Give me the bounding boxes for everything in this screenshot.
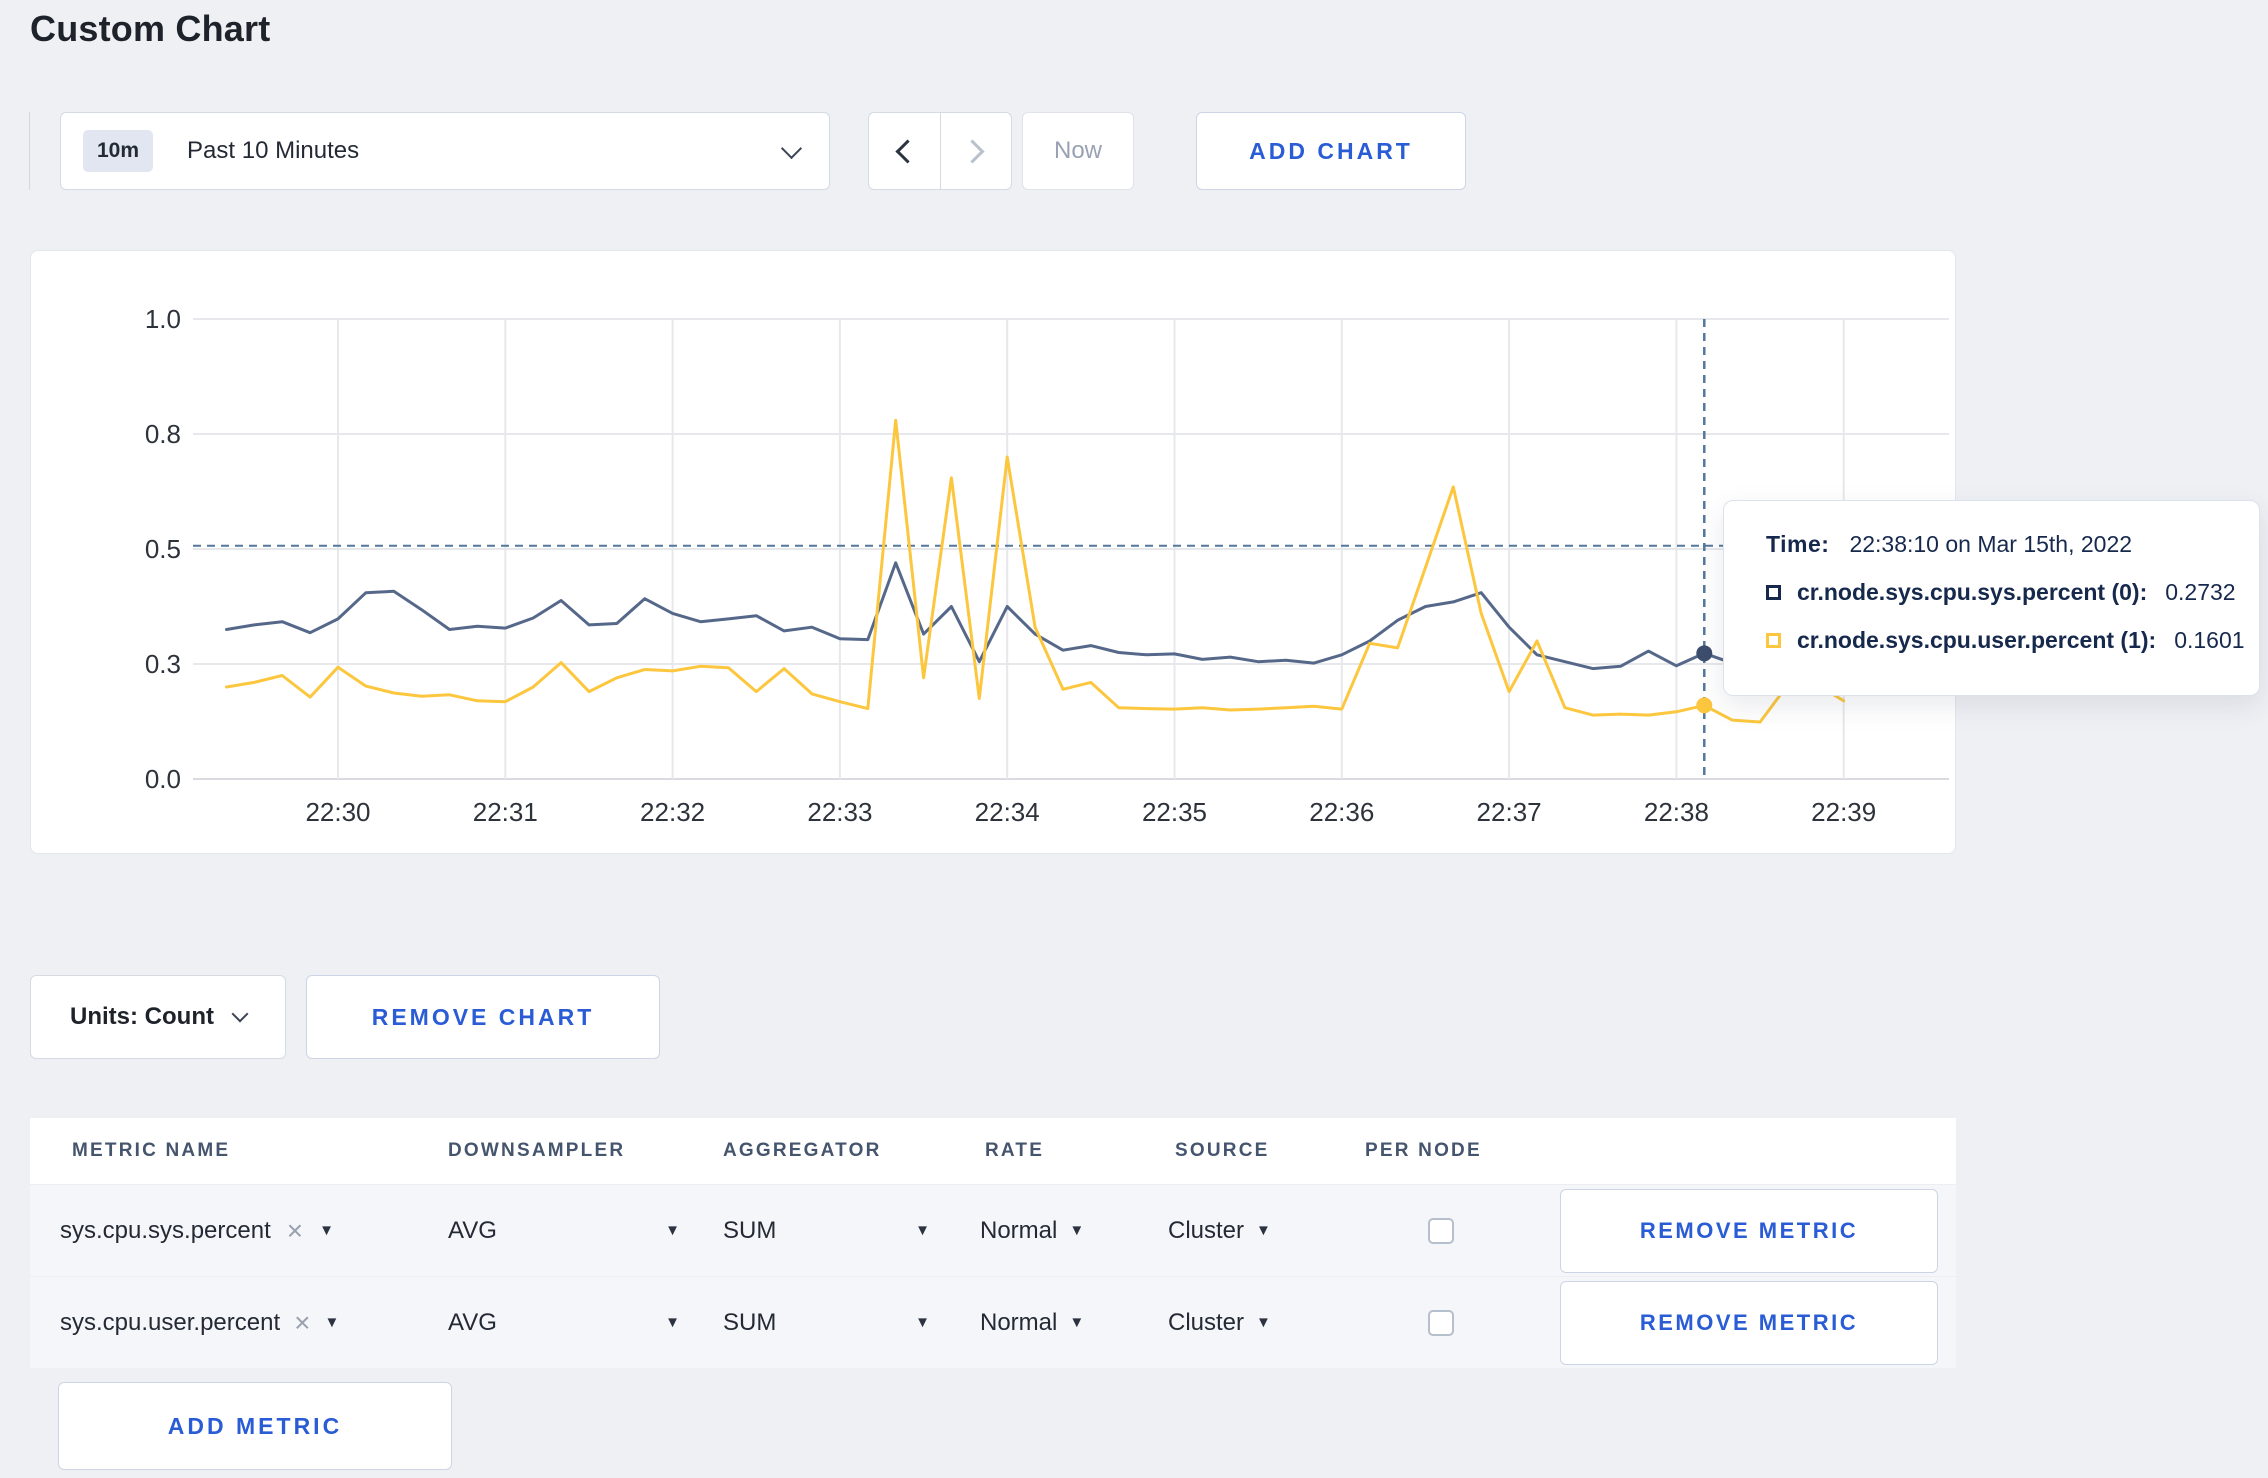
source-dropdown-arrow-icon[interactable]: ▼ bbox=[1256, 1314, 1271, 1331]
chart-tooltip: Time: 22:38:10 on Mar 15th, 2022 cr.node.… bbox=[1723, 500, 2260, 696]
col-header-aggregator: AGGREGATOR bbox=[723, 1140, 882, 1161]
chevron-down-icon bbox=[231, 1005, 249, 1023]
aggregator-value[interactable]: SUM bbox=[723, 1309, 776, 1337]
user-percent-legend-swatch-icon bbox=[1766, 633, 1781, 648]
chevron-left-icon bbox=[895, 138, 920, 164]
toolbar-divider bbox=[29, 112, 30, 190]
y-axis-tick-label: 1.0 bbox=[145, 304, 181, 334]
downsampler-value[interactable]: AVG bbox=[448, 1309, 497, 1337]
tooltip-time-label: Time: bbox=[1766, 531, 1830, 557]
user-percent-line-series bbox=[225, 418, 1846, 724]
tooltip-time: Time: 22:38:10 on Mar 15th, 2022 bbox=[1766, 531, 2259, 558]
page-title: Custom Chart bbox=[30, 8, 271, 49]
y-axis-tick-label: 0.8 bbox=[145, 419, 181, 449]
col-header-downsampler: DOWNSAMPLER bbox=[448, 1140, 626, 1161]
metric-dropdown-arrow-icon[interactable]: ▼ bbox=[319, 1222, 334, 1239]
add-metric-button[interactable]: ADD METRIC bbox=[58, 1382, 452, 1470]
remove-metric-button[interactable]: REMOVE METRIC bbox=[1560, 1281, 1938, 1365]
units-label: Units: Count bbox=[70, 1003, 214, 1030]
rate-value[interactable]: Normal bbox=[980, 1309, 1057, 1337]
x-axis-tick-label: 22:32 bbox=[640, 797, 705, 827]
tooltip-series-label: cr.node.sys.cpu.user.percent (1): bbox=[1797, 627, 2157, 653]
downsampler-dropdown-arrow-icon[interactable]: ▼ bbox=[665, 1314, 680, 1331]
y-axis-tick-label: 0.0 bbox=[145, 764, 181, 794]
metric-row: sys.cpu.sys.percent × ▼ AVG ▼ SUM ▼ Norm… bbox=[30, 1184, 1956, 1276]
remove-metric-x-icon[interactable]: × bbox=[287, 1216, 303, 1245]
metrics-table-header: METRIC NAME DOWNSAMPLER AGGREGATOR RATE … bbox=[30, 1118, 1956, 1184]
source-dropdown-arrow-icon[interactable]: ▼ bbox=[1256, 1222, 1271, 1239]
user-percent-hover-dot bbox=[1696, 697, 1713, 714]
remove-metric-button[interactable]: REMOVE METRIC bbox=[1560, 1189, 1938, 1273]
tooltip-series-row: cr.node.sys.cpu.user.percent (1): 0.1601 bbox=[1766, 627, 2259, 654]
remove-chart-button[interactable]: REMOVE CHART bbox=[306, 975, 660, 1059]
per-node-checkbox[interactable] bbox=[1428, 1309, 1454, 1336]
custom-chart-page: Custom Chart 10m Past 10 Minutes Now ADD… bbox=[0, 0, 2268, 1478]
time-range-badge: 10m bbox=[83, 130, 154, 172]
y-axis-tick-label: 0.3 bbox=[145, 649, 181, 679]
prev-range-button[interactable] bbox=[869, 113, 940, 189]
rate-value[interactable]: Normal bbox=[980, 1217, 1057, 1245]
col-header-rate: RATE bbox=[985, 1140, 1045, 1161]
chevron-right-icon bbox=[960, 138, 985, 164]
chevron-down-icon bbox=[780, 137, 803, 159]
rate-dropdown-arrow-icon[interactable]: ▼ bbox=[1069, 1222, 1084, 1239]
tooltip-series-value: 0.1601 bbox=[2174, 627, 2245, 653]
source-value[interactable]: Cluster bbox=[1168, 1309, 1244, 1337]
y-axis-tick-label: 0.5 bbox=[145, 534, 181, 564]
aggregator-dropdown-arrow-icon[interactable]: ▼ bbox=[915, 1314, 930, 1331]
now-button[interactable]: Now bbox=[1022, 112, 1134, 190]
x-axis-tick-label: 22:30 bbox=[305, 797, 370, 827]
time-range-selector[interactable]: 10m Past 10 Minutes bbox=[60, 112, 830, 190]
x-axis-tick-label: 22:31 bbox=[473, 797, 538, 827]
col-header-metric-name: METRIC NAME bbox=[72, 1140, 231, 1161]
col-header-per-node: PER NODE bbox=[1365, 1140, 1482, 1161]
units-dropdown[interactable]: Units: Count bbox=[30, 975, 286, 1059]
metrics-table: METRIC NAME DOWNSAMPLER AGGREGATOR RATE … bbox=[30, 1118, 1956, 1368]
downsampler-value[interactable]: AVG bbox=[448, 1217, 497, 1245]
metric-name-value: sys.cpu.user.percent bbox=[60, 1308, 281, 1336]
sys-percent-line-series bbox=[225, 561, 1846, 671]
rate-dropdown-arrow-icon[interactable]: ▼ bbox=[1069, 1314, 1084, 1331]
x-axis-tick-label: 22:33 bbox=[807, 797, 872, 827]
x-axis-tick-label: 22:35 bbox=[1142, 797, 1207, 827]
downsampler-dropdown-arrow-icon[interactable]: ▼ bbox=[665, 1222, 680, 1239]
source-value[interactable]: Cluster bbox=[1168, 1217, 1244, 1245]
x-axis-tick-label: 22:37 bbox=[1477, 797, 1542, 827]
aggregator-value[interactable]: SUM bbox=[723, 1217, 776, 1245]
tooltip-series-row: cr.node.sys.cpu.sys.percent (0): 0.2732 bbox=[1766, 579, 2259, 606]
cpu-chart[interactable]: 0.0 0.3 0.5 0.8 1.0 22:30 22:31 22:32 22:33 22:34… bbox=[31, 251, 1957, 855]
sys-percent-hover-dot bbox=[1696, 645, 1713, 662]
x-axis-tick-label: 22:34 bbox=[975, 797, 1040, 827]
time-nav-group bbox=[868, 112, 1012, 190]
aggregator-dropdown-arrow-icon[interactable]: ▼ bbox=[915, 1222, 930, 1239]
metric-dropdown-arrow-icon[interactable]: ▼ bbox=[324, 1314, 339, 1331]
x-axis-tick-label: 22:38 bbox=[1644, 797, 1709, 827]
tooltip-series-value: 0.2732 bbox=[2165, 579, 2236, 605]
sys-percent-legend-swatch-icon bbox=[1766, 585, 1781, 600]
tooltip-time-value: 22:38:10 on Mar 15th, 2022 bbox=[1849, 531, 2133, 557]
add-chart-button[interactable]: ADD CHART bbox=[1196, 112, 1466, 190]
tooltip-series-label: cr.node.sys.cpu.sys.percent (0): bbox=[1797, 579, 2148, 605]
time-range-label: Past 10 Minutes bbox=[187, 137, 360, 164]
x-axis-tick-label: 22:36 bbox=[1309, 797, 1374, 827]
col-header-source: SOURCE bbox=[1175, 1140, 1270, 1161]
remove-metric-x-icon[interactable]: × bbox=[294, 1308, 310, 1337]
metric-name-value: sys.cpu.sys.percent bbox=[60, 1216, 271, 1244]
next-range-button[interactable] bbox=[939, 113, 1012, 189]
metric-row: sys.cpu.user.percent × ▼ AVG ▼ SUM ▼ Nor… bbox=[30, 1276, 1956, 1368]
per-node-checkbox[interactable] bbox=[1428, 1217, 1454, 1244]
chart-card: 0.0 0.3 0.5 0.8 1.0 22:30 22:31 22:32 22:33 22:34… bbox=[30, 250, 1956, 854]
x-axis-tick-label: 22:39 bbox=[1811, 797, 1876, 827]
